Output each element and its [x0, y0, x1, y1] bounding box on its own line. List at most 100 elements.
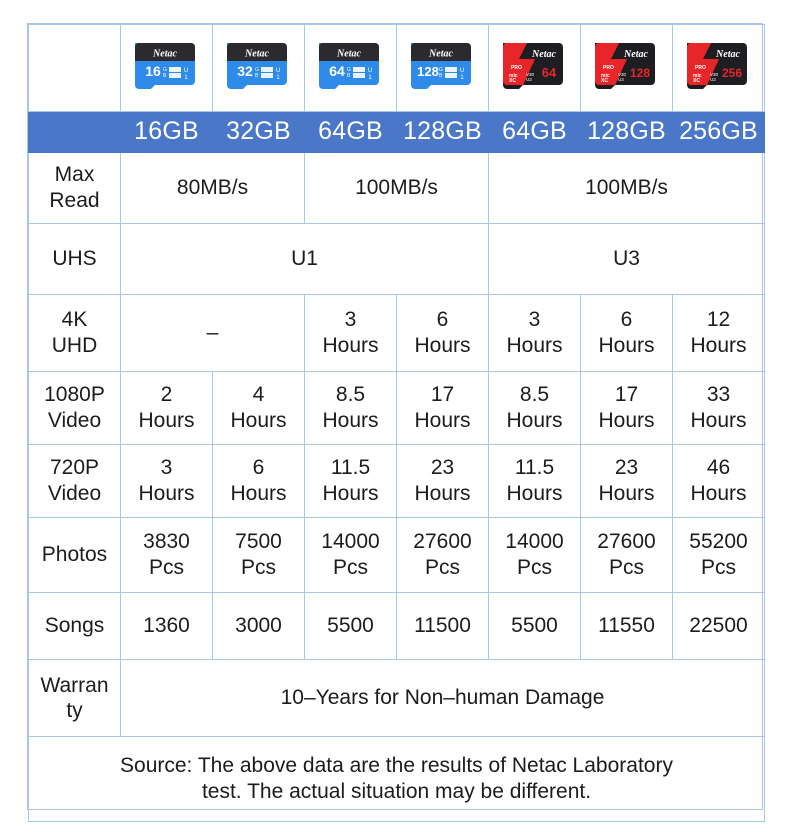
product-image-cell-32gb: Netac 32 G B U 1 — [212, 24, 305, 112]
warranty-value: 10–Years for Non–human Damage — [120, 659, 765, 737]
value-unit: Hours — [506, 482, 563, 505]
row-1080p-video: 1080P Video 2 Hours 4 Hours 8.5 Hours 17… — [28, 371, 765, 445]
value-number: 7500 — [235, 529, 282, 553]
value-unit: Hours — [322, 334, 379, 357]
value-unit: Hours — [230, 482, 287, 505]
svg-text:Netac: Netac — [152, 49, 177, 60]
value-number: 3830 — [143, 529, 190, 553]
video-720p-cell-32gb: 6 Hours — [212, 444, 305, 518]
microsd-card-red-pro-64: Netac 64 PRO mic XC V30 U3 — [497, 41, 573, 95]
uhd-4k-cell-64gb-pro: 3 Hours — [488, 294, 581, 372]
row-label-line2: Read — [49, 189, 100, 212]
value-number: 3 — [160, 455, 173, 479]
row-photos: Photos 3830 Pcs 7500 Pcs 14000 Pcs 27600… — [28, 517, 765, 593]
row-label-line2: UHD — [51, 334, 98, 357]
value-number: 4 — [252, 382, 265, 406]
svg-text:Netac: Netac — [336, 49, 361, 60]
value-number: 8.5 — [335, 382, 366, 406]
value-number: 27600 — [413, 529, 472, 553]
video-720p-cell-64gb-pro: 11.5 Hours — [488, 444, 581, 518]
row-label-line2: Video — [47, 409, 102, 432]
row-label-photos: Photos — [28, 517, 121, 593]
value-unit: Hours — [690, 409, 747, 432]
uhd-4k-cell-256gb-pro: 12 Hours — [672, 294, 765, 372]
microsd-card-icon: Netac 64 G B U 1 — [318, 43, 379, 89]
row-label-line1: 4K — [61, 307, 88, 331]
value-number: 11.5 — [514, 455, 555, 479]
microsd-card-icon: Netac 128 G B U 1 — [410, 43, 471, 89]
video-1080p-cell-256gb-pro: 33 Hours — [672, 371, 765, 445]
svg-text:64: 64 — [329, 63, 345, 79]
value-unit: Hours — [506, 334, 563, 357]
product-image-cell-16gb: Netac 16 G B U 1 — [120, 24, 213, 112]
svg-text:Netac: Netac — [244, 49, 269, 60]
microsd-card-blue-16: Netac 16 G B U 1 — [129, 41, 205, 95]
row-label-line1: Warran — [40, 673, 109, 697]
row-songs: Songs 1360 3000 5500 11500 5500 11550 22… — [28, 592, 765, 660]
value-number: 46 — [706, 455, 731, 479]
row-uhs: UHS U1 U3 — [28, 223, 765, 295]
svg-text:XC: XC — [509, 78, 516, 84]
capacity-header-4: 128GB — [396, 111, 489, 153]
value-number: 2 — [160, 382, 173, 406]
microsd-card-blue-64: Netac 64 G B U 1 — [313, 41, 389, 95]
capacity-header-6: 128GB — [580, 111, 673, 153]
svg-text:Netac: Netac — [428, 49, 453, 60]
microsd-card-icon: Netac 32 G B U 1 — [226, 43, 287, 89]
product-image-cell-64gb-pro: Netac 64 PRO mic XC V30 U3 — [488, 24, 581, 112]
spec-comparison-table: Netac 16 G B U 1 Netac 32 G B U 1 Netac … — [27, 23, 765, 822]
video-720p-cell-16gb: 3 Hours — [120, 444, 213, 518]
uhs-value-group-2: U3 — [488, 223, 765, 295]
row-label-4k-uhd: 4K UHD — [28, 294, 121, 372]
svg-text:U: U — [183, 68, 187, 74]
value-unit: Pcs — [424, 556, 460, 579]
svg-text:PRO: PRO — [603, 65, 614, 71]
row-label-warranty: Warran ty — [28, 659, 121, 737]
capacity-header-row: 16GB 32GB 64GB 128GB 64GB 128GB 256GB — [28, 111, 765, 153]
svg-text:16: 16 — [145, 63, 161, 79]
row-label-line1: Max — [54, 162, 95, 186]
microsd-card-red-pro-256: Netac 256 PRO mic XC V30 U3 — [681, 41, 757, 95]
value-unit: Hours — [598, 482, 655, 505]
value-unit: Hours — [138, 409, 195, 432]
microsd-card-icon: Netac 128 PRO mic XC V30 U3 — [594, 43, 655, 89]
row-720p-video: 720P Video 3 Hours 6 Hours 11.5 Hours 23… — [28, 444, 765, 518]
svg-text:Netac: Netac — [531, 49, 556, 60]
row-source-note: Source: The above data are the results o… — [28, 736, 765, 822]
svg-text:U: U — [459, 68, 463, 74]
value-number: 14000 — [321, 529, 380, 553]
value-number: 27600 — [597, 529, 656, 553]
video-1080p-cell-128gb: 17 Hours — [396, 371, 489, 445]
value-unit: Hours — [690, 482, 747, 505]
value-unit: Pcs — [148, 556, 184, 579]
value-unit: Pcs — [700, 556, 736, 579]
microsd-card-icon: Netac 256 PRO mic XC V30 U3 — [686, 43, 747, 89]
svg-text:PRO: PRO — [511, 65, 522, 71]
uhd-4k-not-supported: – — [120, 294, 305, 372]
svg-text:Netac: Netac — [623, 49, 648, 60]
comparison-table: Netac 16 G B U 1 Netac 32 G B U 1 Netac … — [28, 24, 765, 822]
row-label-songs: Songs — [28, 592, 121, 660]
value-number: 6 — [620, 307, 633, 331]
value-unit: Hours — [506, 409, 563, 432]
songs-cell-128gb: 11500 — [396, 592, 489, 660]
video-720p-cell-128gb: 23 Hours — [396, 444, 489, 518]
photos-cell-128gb-pro: 27600 Pcs — [580, 517, 673, 593]
value-number: 14000 — [505, 529, 564, 553]
video-1080p-cell-64gb-pro: 8.5 Hours — [488, 371, 581, 445]
uhs-value-group-1: U1 — [120, 223, 489, 295]
video-1080p-cell-128gb-pro: 17 Hours — [580, 371, 673, 445]
photos-cell-128gb: 27600 Pcs — [396, 517, 489, 593]
video-1080p-cell-64gb: 8.5 Hours — [304, 371, 397, 445]
value-unit: Hours — [322, 482, 379, 505]
row-label-720p-video: 720P Video — [28, 444, 121, 518]
video-1080p-cell-32gb: 4 Hours — [212, 371, 305, 445]
product-image-cell-128gb-blue: Netac 128 G B U 1 — [396, 24, 489, 112]
value-unit: Hours — [414, 409, 471, 432]
svg-text:PRO: PRO — [695, 65, 706, 71]
songs-cell-16gb: 1360 — [120, 592, 213, 660]
photos-cell-64gb: 14000 Pcs — [304, 517, 397, 593]
svg-text:256: 256 — [721, 66, 741, 80]
photos-cell-64gb-pro: 14000 Pcs — [488, 517, 581, 593]
source-line2: test. The actual situation may be differ… — [201, 780, 592, 803]
